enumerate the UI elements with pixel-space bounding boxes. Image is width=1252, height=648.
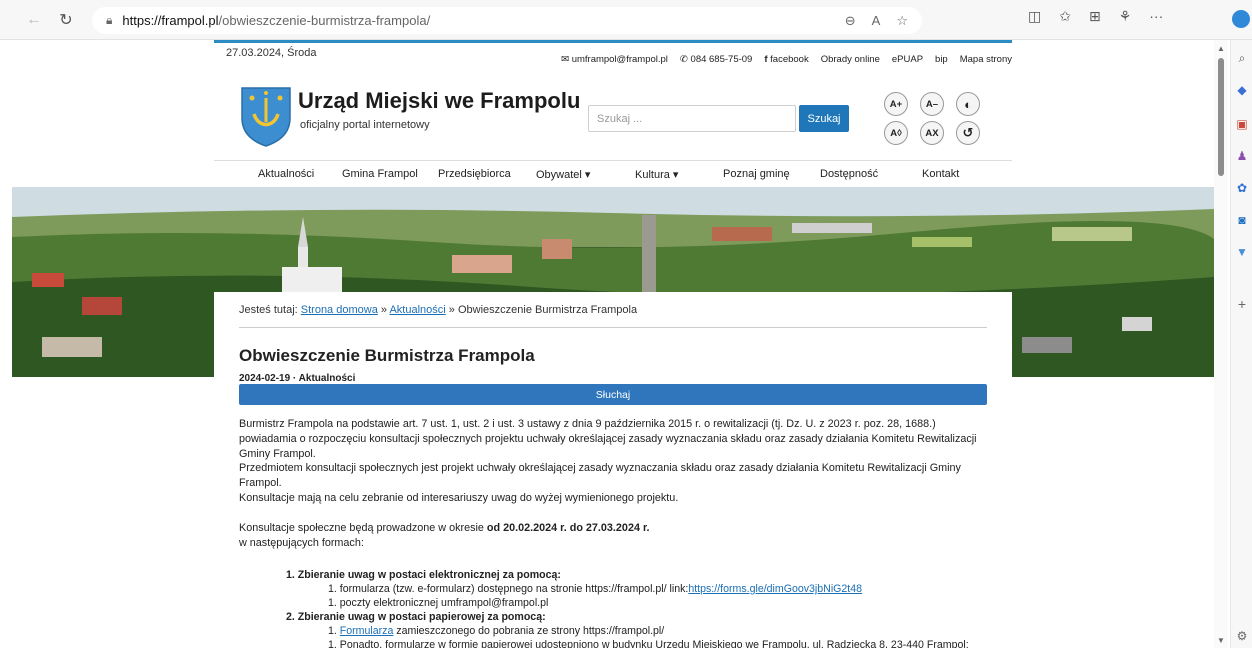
sidebar-games-icon[interactable]: ♟ [1234, 148, 1250, 164]
p4-forms: w następujących formach: [239, 537, 364, 549]
split-screen-icon[interactable]: ◫ [1028, 8, 1041, 25]
obrady-link[interactable]: Obrady online [821, 54, 880, 65]
font-increase-button[interactable]: A+ [884, 92, 908, 116]
scroll-down-icon[interactable]: ▼ [1217, 636, 1225, 645]
eform-link[interactable]: https://forms.gle/dimGoov3jbNiG2t48 [688, 583, 862, 595]
breadcrumb-prefix: Jesteś tutaj: [239, 304, 298, 316]
site-title[interactable]: Urząd Miejski we Frampolu [298, 88, 580, 114]
phone-link[interactable]: ✆ 084 685-75-09 [680, 54, 752, 65]
sitemap-link[interactable]: Mapa strony [960, 54, 1012, 65]
top-bar: 27.03.2024, Środa ✉ umframpol@frampol.pl… [214, 40, 1012, 68]
list-item-paper-forms: 1. Ponadto, formularze w formie papierow… [328, 639, 969, 648]
refresh-icon[interactable]: ↻ [52, 6, 80, 34]
form-download-link[interactable]: Formularza [340, 625, 394, 637]
divider [239, 327, 987, 328]
facebook-text: facebook [770, 54, 809, 65]
list-item-email: 1. poczty elektronicznej umframpol@framp… [328, 597, 549, 609]
font-decrease-button[interactable]: A– [920, 92, 944, 116]
paragraph-3: Konsultacje mają na celu zebranie od int… [239, 492, 679, 504]
browser-toolbar: ← ↻ 🔒︎ https://frampol.pl/obwieszczenie-… [0, 0, 1252, 40]
paragraph-2: Przedmiotem konsultacji społecznych jest… [239, 462, 961, 489]
lock-icon: 🔒︎ [106, 13, 113, 27]
email-link[interactable]: ✉ umframpol@frampol.pl [561, 54, 668, 65]
menu-gmina-frampol[interactable]: Gmina Frampol [342, 168, 418, 180]
paragraph-1: Burmistrz Frampola na podstawie art. 7 u… [239, 418, 977, 460]
menu-obywatel[interactable]: Obywatel ▾ [536, 168, 590, 181]
sidebar-add-icon[interactable]: + [1234, 296, 1250, 312]
copilot-icon[interactable] [1232, 10, 1250, 28]
menu-przedsiebiorca[interactable]: Przedsiębiorca [438, 168, 511, 180]
bip-link[interactable]: bip [935, 54, 948, 65]
extensions-icon[interactable]: ⚘ [1119, 8, 1132, 25]
menu-dostepnosc[interactable]: Dostępność [820, 168, 878, 180]
breadcrumb: Jesteś tutaj: Strona domowa » Aktualnośc… [239, 304, 637, 316]
browser-sidebar: ⌕ ◆ ▣ ♟ ✿ ◙ ▼ + ⚙ [1230, 40, 1252, 648]
collections-icon[interactable]: ⊞ [1089, 8, 1101, 25]
contrast-icon[interactable]: ◐ [956, 92, 980, 116]
article-title: Obwieszczenie Burmistrza Frampola [239, 346, 535, 365]
email-text: umframpol@frampol.pl [571, 54, 668, 65]
sidebar-outlook-icon[interactable]: ◙ [1234, 212, 1250, 228]
letter-spacing-button[interactable]: AX [920, 121, 944, 145]
line-height-button[interactable]: A◊ [884, 121, 908, 145]
sidebar-tools-icon[interactable]: ✿ [1234, 180, 1250, 196]
main-menu: Aktualności Gmina Frampol Przedsiębiorca… [214, 160, 1012, 186]
breadcrumb-current: Obwieszczenie Burmistrza Frampola [457, 304, 638, 316]
current-date: 27.03.2024, Środa [226, 47, 317, 59]
phone-text: 084 685-75-09 [690, 54, 753, 65]
facebook-link[interactable]: f facebook [764, 54, 808, 65]
list-item-eform: 1. formularza (tzw. e-formularz) dostępn… [328, 583, 862, 595]
article-meta: 2024-02-19 · Aktualności [239, 373, 356, 384]
zoom-icon[interactable]: ⊖ [845, 13, 856, 29]
breadcrumb-home-link[interactable]: Strona domowa [301, 304, 378, 316]
paragraph-4: Konsultacje społeczne będą prowadzone w … [239, 521, 989, 551]
site-subtitle: oficjalny portal internetowy [300, 119, 430, 131]
list-item-paper: 2. Zbieranie uwag w postaci papierowej z… [286, 611, 546, 623]
scroll-up-icon[interactable]: ▲ [1217, 44, 1225, 53]
more-menu-icon[interactable]: ··· [1149, 8, 1163, 25]
page-viewport: 27.03.2024, Środa ✉ umframpol@frampol.pl… [12, 40, 1214, 648]
menu-kultura[interactable]: Kultura ▾ [635, 168, 678, 181]
listen-button[interactable]: Słuchaj [239, 384, 987, 405]
menu-aktualnosci[interactable]: Aktualności [258, 168, 314, 180]
reset-icon[interactable]: ↺ [956, 121, 980, 145]
eform-text: 1. formularza (tzw. e-formularz) dostępn… [328, 583, 689, 595]
menu-kontakt[interactable]: Kontakt [922, 168, 959, 180]
sidebar-tag-icon[interactable]: ◆ [1234, 82, 1250, 98]
p4-text: Konsultacje społeczne będą prowadzone w … [239, 522, 487, 534]
favorite-star-icon[interactable]: ☆ [896, 13, 908, 29]
scrollbar-thumb[interactable] [1218, 58, 1224, 176]
read-aloud-icon[interactable]: A [872, 13, 881, 29]
sidebar-drop-icon[interactable]: ▼ [1234, 244, 1250, 260]
sidebar-shopping-icon[interactable]: ▣ [1234, 116, 1250, 132]
coat-of-arms-logo[interactable] [238, 84, 294, 148]
p4-dates: od 20.02.2024 r. do 27.03.2024 r. [486, 522, 650, 534]
search-input[interactable]: Szukaj ... [588, 105, 796, 132]
url-domain: https://frampol.pl [122, 13, 219, 28]
url-path: /obwieszczenie-burmistrza-frampola/ [218, 13, 431, 28]
menu-poznaj-gmine[interactable]: Poznaj gminę [723, 168, 790, 180]
epuap-link[interactable]: ePUAP [892, 54, 923, 65]
breadcrumb-news-link[interactable]: Aktualności [389, 304, 445, 316]
list-item-form-download: 1. Formularza zamieszczonego do pobrania… [328, 625, 665, 637]
sidebar-search-icon[interactable]: ⌕ [1234, 50, 1250, 66]
breadcrumb-sep: » [380, 304, 387, 316]
list-item-electronic: 1. Zbieranie uwag w postaci elektroniczn… [286, 569, 561, 581]
article-container: Jesteś tutaj: Strona domowa » Aktualnośc… [214, 292, 1012, 648]
form-download-text: zamieszczonego do pobrania ze strony htt… [393, 625, 665, 637]
sidebar-settings-icon[interactable]: ⚙ [1234, 628, 1250, 644]
favorites-icon[interactable]: ✩ [1059, 8, 1071, 25]
search-button[interactable]: Szukaj [799, 105, 849, 132]
breadcrumb-sep: » [448, 304, 455, 316]
page-scrollbar[interactable]: ▲ ▼ [1214, 40, 1228, 648]
back-icon[interactable]: ← [20, 6, 48, 34]
address-bar[interactable]: 🔒︎ https://frampol.pl/obwieszczenie-burm… [92, 7, 922, 34]
